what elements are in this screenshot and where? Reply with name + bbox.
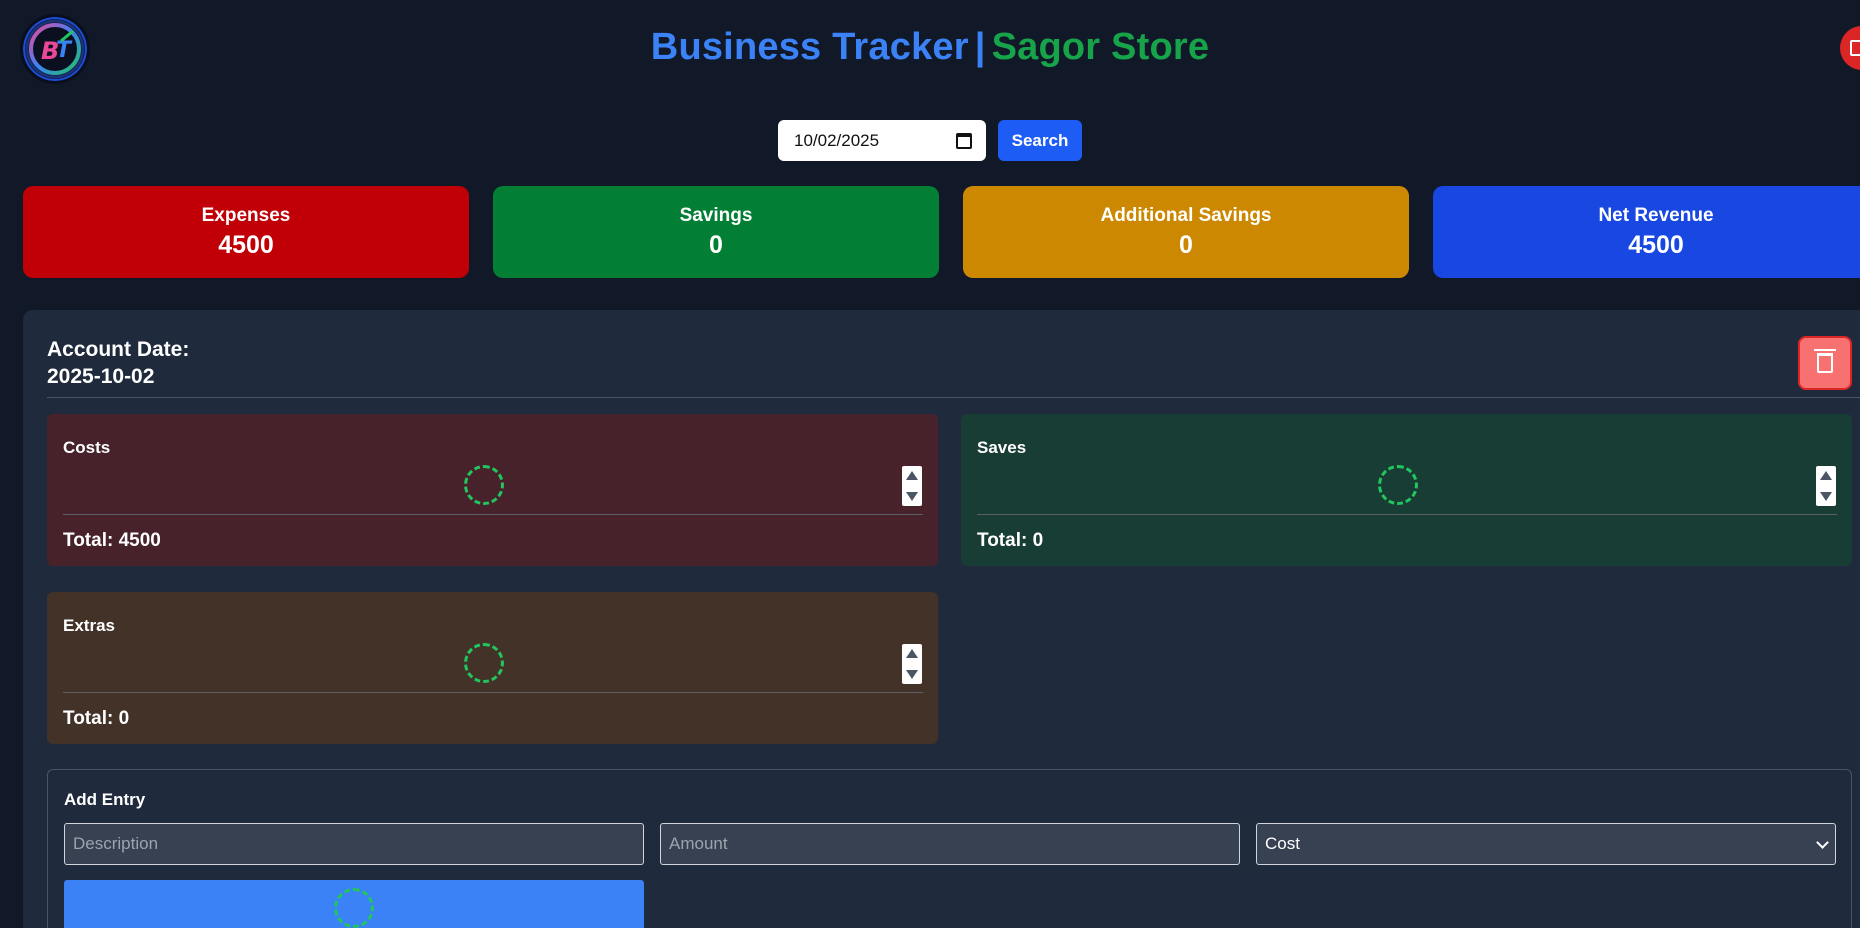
stat-value: 4500 bbox=[1628, 230, 1684, 259]
box-total: Total: 0 bbox=[63, 708, 130, 729]
date-input[interactable]: 10/02/2025 bbox=[778, 120, 986, 161]
account-date-heading: Account Date: 2025-10-02 bbox=[47, 336, 189, 390]
expenses-card: Expenses 4500 bbox=[23, 186, 469, 278]
calendar-icon[interactable] bbox=[956, 132, 972, 149]
box-title: Extras bbox=[63, 616, 115, 635]
saves-box: Saves Total: 0 bbox=[961, 414, 1852, 566]
logout-icon bbox=[1850, 40, 1860, 56]
box-total: Total: 4500 bbox=[63, 530, 161, 551]
title-separator: | bbox=[974, 26, 986, 68]
add-entry-title: Add Entry bbox=[64, 790, 146, 809]
entry-type-select[interactable]: Cost bbox=[1256, 823, 1836, 865]
divider bbox=[977, 514, 1837, 515]
loading-spinner-icon bbox=[464, 465, 504, 505]
divider bbox=[47, 397, 1860, 398]
net-revenue-card: Net Revenue 4500 bbox=[1433, 186, 1860, 278]
account-date-value: 2025-10-02 bbox=[47, 365, 155, 388]
savings-card: Savings 0 bbox=[493, 186, 939, 278]
date-input-value: 10/02/2025 bbox=[794, 130, 880, 150]
stat-value: 0 bbox=[1179, 230, 1193, 259]
divider bbox=[63, 514, 923, 515]
arrow-down-icon[interactable] bbox=[906, 492, 918, 501]
account-date-label: Account Date: bbox=[47, 338, 190, 361]
description-input[interactable]: Description bbox=[64, 823, 644, 865]
stat-label: Savings bbox=[679, 204, 753, 226]
amount-input[interactable]: Amount bbox=[660, 823, 1240, 865]
box-total: Total: 0 bbox=[977, 530, 1044, 551]
scroll-stepper[interactable] bbox=[902, 466, 922, 506]
additional-savings-card: Additional Savings 0 bbox=[963, 186, 1409, 278]
account-panel: Account Date: 2025-10-02 Costs Total: 45… bbox=[23, 310, 1860, 928]
delete-account-button[interactable] bbox=[1798, 336, 1852, 390]
search-button[interactable]: Search bbox=[998, 120, 1082, 161]
app-name: Business Tracker bbox=[650, 26, 969, 68]
stat-value: 0 bbox=[709, 230, 723, 259]
trash-icon bbox=[1814, 349, 1836, 373]
loading-spinner-icon bbox=[464, 643, 504, 683]
box-title: Saves bbox=[977, 438, 1027, 457]
divider bbox=[63, 692, 923, 693]
extras-box: Extras Total: 0 bbox=[47, 592, 938, 744]
arrow-up-icon[interactable] bbox=[906, 649, 918, 658]
add-entry-form: Add Entry Description Amount Cost bbox=[47, 769, 1852, 928]
entry-type-value: Cost bbox=[1265, 834, 1300, 853]
arrow-up-icon[interactable] bbox=[1820, 471, 1832, 480]
page-title: Business Tracker | Sagor Store bbox=[0, 26, 1860, 69]
stat-label: Expenses bbox=[201, 204, 291, 226]
scroll-stepper[interactable] bbox=[902, 644, 922, 684]
stat-label: Additional Savings bbox=[1100, 204, 1272, 226]
scroll-stepper[interactable] bbox=[1816, 466, 1836, 506]
stat-value: 4500 bbox=[218, 230, 274, 259]
box-title: Costs bbox=[63, 438, 111, 457]
arrow-down-icon[interactable] bbox=[906, 670, 918, 679]
costs-box: Costs Total: 4500 bbox=[47, 414, 938, 566]
add-entry-button[interactable] bbox=[64, 880, 644, 928]
stat-label: Net Revenue bbox=[1598, 204, 1714, 226]
date-search-bar: 10/02/2025 Search bbox=[0, 120, 1860, 161]
loading-spinner-icon bbox=[1378, 465, 1418, 505]
summary-cards: Expenses 4500 Savings 0 Additional Savin… bbox=[23, 186, 1860, 278]
store-name: Sagor Store bbox=[991, 26, 1210, 68]
arrow-up-icon[interactable] bbox=[906, 471, 918, 480]
loading-spinner-icon bbox=[334, 888, 374, 928]
arrow-down-icon[interactable] bbox=[1820, 492, 1832, 501]
chevron-down-icon bbox=[1816, 835, 1829, 849]
